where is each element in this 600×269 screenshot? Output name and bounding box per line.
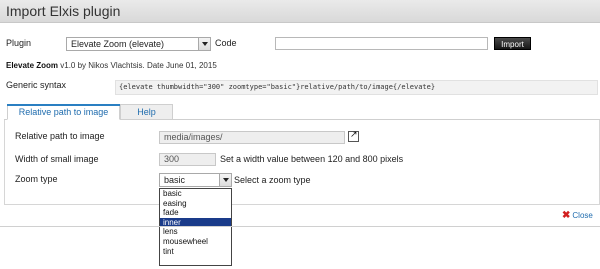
plugin-select[interactable]: Elevate Zoom (elevate) — [66, 37, 211, 51]
zoom-option[interactable]: easing — [160, 199, 231, 209]
window-title: Import Elxis plugin — [6, 3, 121, 19]
plugin-label: Plugin — [6, 38, 32, 48]
width-help: Set a width value between 120 and 800 pi… — [220, 154, 404, 164]
zoom-option[interactable]: tint — [160, 247, 231, 257]
zoom-type-help: Select a zoom type — [234, 175, 311, 185]
path-label: Relative path to image — [15, 131, 105, 141]
zoom-type-value: basic — [164, 175, 186, 185]
close-button[interactable]: ✖ Close — [562, 210, 593, 221]
code-input[interactable] — [275, 37, 488, 50]
title-bar: Import Elxis plugin — [0, 0, 600, 23]
import-button[interactable]: Import — [494, 37, 531, 50]
chevron-down-icon — [219, 174, 231, 186]
plugin-meta-rest: v1.0 by Nikos Vlachtsis. Date June 01, 2… — [58, 61, 217, 70]
close-icon: ✖ — [562, 210, 571, 221]
zoom-option[interactable]: fade — [160, 208, 231, 218]
zoom-option[interactable]: lens — [160, 227, 231, 237]
tab-help[interactable]: Help — [120, 104, 173, 120]
width-label: Width of small image — [15, 154, 99, 164]
zoom-type-select[interactable]: basic — [159, 173, 232, 187]
width-input[interactable]: 300 — [159, 153, 216, 166]
tab-relative-path[interactable]: Relative path to image — [7, 104, 120, 120]
zoom-type-dropdown: basic easing fade inner lens mousewheel … — [159, 188, 232, 266]
plugin-meta: Elevate Zoom v1.0 by Nikos Vlachtsis. Da… — [6, 61, 217, 70]
code-label: Code — [215, 38, 237, 48]
path-input[interactable]: media/images/ — [159, 131, 345, 144]
bottom-divider — [0, 226, 600, 227]
chevron-down-icon — [198, 38, 210, 50]
generic-syntax-code: {elevate thumbwidth="300" zoomtype="basi… — [115, 80, 598, 95]
plugin-name: Elevate Zoom — [6, 61, 59, 70]
media-picker-icon[interactable] — [348, 129, 359, 142]
zoom-option[interactable]: basic — [160, 189, 231, 199]
zoom-option[interactable]: mousewheel — [160, 237, 231, 247]
close-label: Close — [572, 211, 593, 220]
zoom-type-label: Zoom type — [15, 174, 58, 184]
plugin-select-value: Elevate Zoom (elevate) — [71, 39, 165, 49]
generic-syntax-label: Generic syntax — [6, 80, 67, 90]
